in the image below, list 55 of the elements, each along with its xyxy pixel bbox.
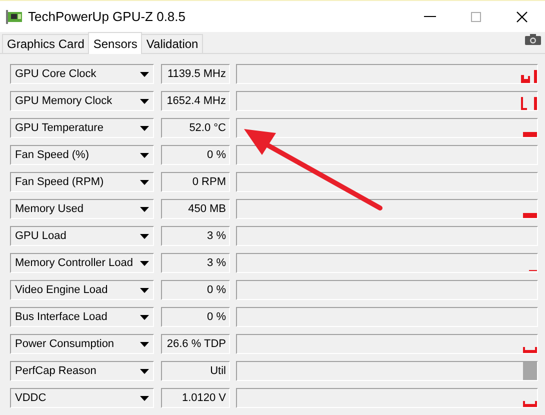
camera-icon[interactable] — [525, 34, 541, 45]
caret-icon — [140, 260, 149, 266]
caret-icon — [140, 152, 149, 158]
sensor-value: 1.0120 V — [161, 388, 230, 408]
sensor-value: 26.6 % TDP — [161, 334, 230, 354]
close-icon — [516, 10, 528, 22]
sensor-dropdown[interactable]: Power Consumption — [10, 334, 154, 354]
caret-icon — [140, 98, 149, 104]
sensor-value: 3 % — [161, 253, 230, 273]
minimize-icon — [424, 16, 436, 18]
caret-icon — [140, 314, 149, 320]
caret-icon — [140, 72, 149, 76]
sensor-dropdown[interactable]: PerfCap Reason — [10, 361, 154, 381]
sensor-value: 1139.5 MHz — [161, 64, 230, 84]
tab[interactable]: Validation — [141, 34, 204, 53]
sensor-value: 0 RPM — [161, 172, 230, 192]
caret-icon — [140, 396, 149, 400]
sensor-graph-drawing — [523, 213, 537, 218]
sensor-dropdown[interactable]: GPU Temperature — [10, 118, 154, 138]
caret-icon — [140, 206, 149, 212]
sensor-graph-drawing — [529, 269, 537, 272]
sensor-dropdown[interactable]: GPU Core Clock — [10, 64, 154, 84]
sensor-dropdown[interactable]: Memory Controller Load — [10, 253, 154, 273]
caret-icon — [140, 342, 149, 346]
sensor-graph-drawing — [521, 97, 537, 110]
maximize-icon — [471, 12, 481, 22]
caret-icon — [140, 368, 149, 374]
sensor-graph-drawing — [521, 70, 537, 83]
sensor-value: 0 % — [161, 145, 230, 165]
sensor-graph-drawing — [523, 401, 537, 407]
sensor-value: 0 % — [161, 307, 230, 327]
tab[interactable]: Graphics Card — [2, 34, 90, 53]
sensor-dropdown[interactable]: GPU Load — [10, 226, 154, 246]
sensor-value: 0 % — [161, 280, 230, 300]
window-title: TechPowerUp GPU-Z 0.8.5 — [28, 9, 187, 24]
caret-icon — [140, 234, 149, 238]
sensor-dropdown[interactable]: Bus Interface Load — [10, 307, 154, 327]
sensor-dropdown[interactable]: Memory Used — [10, 199, 154, 219]
graphics-card-icon — [6, 10, 22, 24]
caret-icon — [140, 180, 149, 184]
sensor-dropdown[interactable]: GPU Memory Clock — [10, 91, 154, 111]
sensor-value: 1652.4 MHz — [161, 91, 230, 111]
tab[interactable]: Sensors — [88, 32, 142, 54]
sensor-graph-drawing — [523, 132, 537, 137]
sensor-value: 52.0 °C — [161, 118, 230, 138]
caret-icon — [140, 288, 149, 292]
sensor-dropdown[interactable]: VDDC — [10, 388, 154, 408]
sensor-dropdown[interactable]: Fan Speed (RPM) — [10, 172, 154, 192]
sensor-dropdown[interactable]: Fan Speed (%) — [10, 145, 154, 165]
sensor-value: Util — [161, 361, 230, 381]
sensor-graph-drawing — [523, 347, 537, 353]
sensor-dropdown[interactable]: Video Engine Load — [10, 280, 154, 300]
sensor-value: 450 MB — [161, 199, 230, 219]
caret-icon — [140, 126, 149, 130]
sensor-value: 3 % — [161, 226, 230, 246]
